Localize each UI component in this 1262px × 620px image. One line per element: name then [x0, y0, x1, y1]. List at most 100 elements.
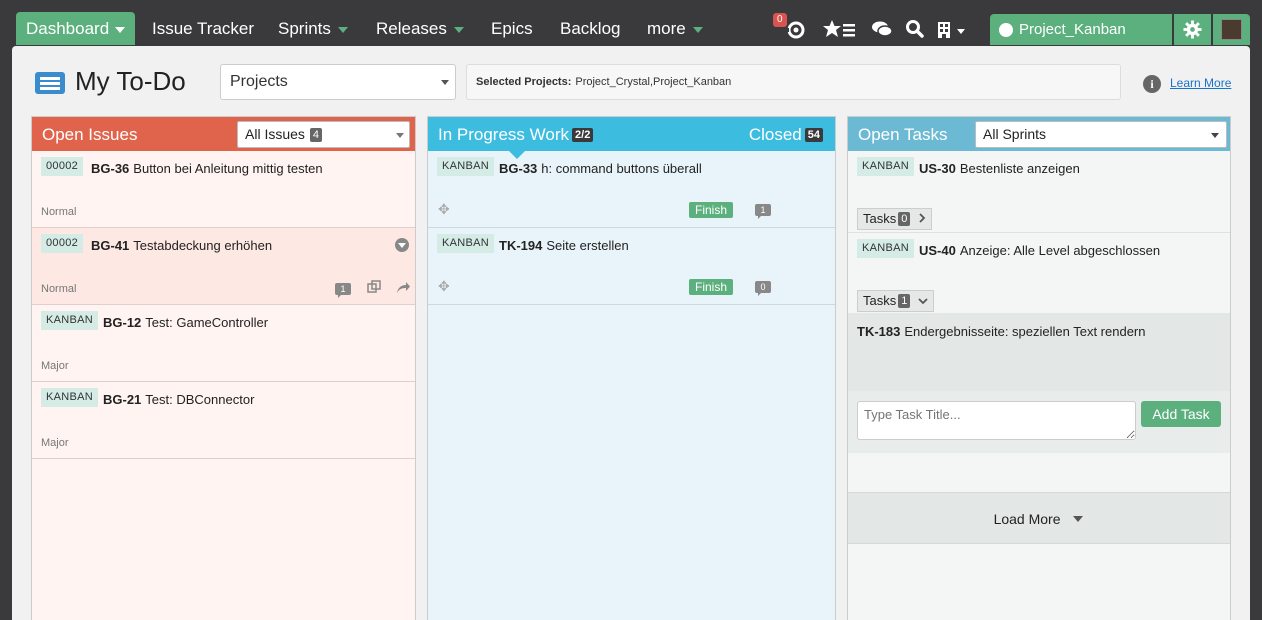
finish-button[interactable]: Finish: [689, 279, 734, 295]
projects-dropdown-label: Projects: [230, 73, 288, 90]
issue-priority: Normal: [41, 206, 77, 218]
issue-key: BG-36: [91, 161, 130, 176]
tasks-toggle[interactable]: Tasks 0: [857, 208, 932, 230]
nav-issue-tracker[interactable]: Issue Tracker: [152, 12, 254, 45]
search-icon[interactable]: [904, 18, 926, 40]
tasks-toggle-label: Tasks: [863, 211, 897, 226]
closed-label: Closed: [748, 125, 802, 144]
issue-priority: Major: [41, 360, 69, 372]
work-title[interactable]: BG-33 h: command buttons überall: [499, 161, 702, 176]
work-summary: Seite erstellen: [546, 238, 629, 253]
top-navigation: Dashboard Issue Tracker Sprints Releases…: [0, 0, 1262, 46]
story-card[interactable]: KANBAN US-30 Bestenliste anzeigen Tasks 0: [848, 151, 1230, 233]
task-key: TK-183: [857, 324, 901, 339]
task-title[interactable]: TK-183 Endergebnisseite: speziellen Text …: [857, 324, 1146, 339]
work-card[interactable]: KANBAN BG-33 h: command buttons überall ✥…: [428, 151, 835, 228]
issue-summary: Testabdeckung erhöhen: [133, 238, 273, 253]
drag-move-icon[interactable]: ✥: [438, 202, 452, 216]
project-selector[interactable]: Project_Kanban: [990, 14, 1172, 45]
info-icon[interactable]: i: [1143, 75, 1161, 93]
work-tag: KANBAN: [437, 157, 495, 176]
issue-title[interactable]: BG-12 Test: GameController: [103, 315, 268, 330]
tasks-toggle[interactable]: Tasks 1: [857, 290, 934, 312]
issue-card[interactable]: 00002 BG-41 Testabdeckung erhöhen Normal …: [32, 228, 415, 305]
nav-releases[interactable]: Releases: [376, 12, 464, 45]
story-summary: Bestenliste anzeigen: [959, 161, 1080, 176]
favorites-list-icon[interactable]: [823, 18, 857, 40]
activity-icon[interactable]: [785, 18, 807, 40]
share-icon[interactable]: [395, 280, 411, 294]
task-item[interactable]: TK-183 Endergebnisseite: speziellen Text …: [848, 313, 1230, 391]
comment-icon[interactable]: 0: [755, 281, 771, 296]
work-tag: KANBAN: [437, 234, 495, 253]
closed-tab[interactable]: Closed 54: [749, 125, 823, 145]
closed-count: 54: [804, 128, 823, 142]
sprint-filter-dropdown[interactable]: All Sprints: [975, 121, 1227, 148]
chevron-down-icon: [692, 26, 703, 33]
finish-button[interactable]: Finish: [689, 202, 734, 218]
issue-tag: KANBAN: [41, 388, 99, 407]
nav-dashboard[interactable]: Dashboard: [16, 12, 136, 45]
nav-more[interactable]: more: [647, 12, 703, 45]
issue-key: BG-12: [103, 315, 142, 330]
nav-dashboard-label: Dashboard: [26, 19, 110, 38]
learn-more-link[interactable]: Learn More: [1170, 76, 1231, 90]
projects-dropdown[interactable]: Projects: [220, 64, 456, 100]
chat-icon[interactable]: [871, 18, 893, 40]
issue-card[interactable]: 00002 BG-36 Button bei Anleitung mittig t…: [32, 151, 415, 228]
comment-icon[interactable]: 1: [755, 204, 771, 219]
in-progress-header: In Progress Work 2/2 Closed 54: [428, 117, 835, 159]
building-icon[interactable]: [937, 18, 969, 40]
tasks-count: 1: [898, 294, 911, 308]
issue-summary: Button bei Anleitung mittig testen: [133, 161, 323, 176]
chevron-down-icon: [396, 133, 404, 138]
story-title[interactable]: US-40 Anzeige: Alle Level abgeschlossen: [919, 243, 1160, 258]
issue-card[interactable]: KANBAN BG-12 Test: GameController Major: [32, 305, 415, 382]
issues-filter-label: All Issues: [245, 126, 305, 142]
open-tasks-column: Open Tasks All Sprints KANBAN US-30 Beste…: [847, 116, 1231, 620]
gear-icon: [1183, 20, 1202, 39]
chevron-down-icon: [453, 26, 464, 33]
story-card[interactable]: KANBAN US-40 Anzeige: Alle Level abgeschl…: [848, 233, 1230, 313]
work-title[interactable]: TK-194 Seite erstellen: [499, 238, 629, 253]
work-key: TK-194: [499, 238, 543, 253]
nav-epics[interactable]: Epics: [491, 12, 533, 45]
open-tasks-title: Open Tasks: [858, 125, 948, 144]
story-summary: Anzeige: Alle Level abgeschlossen: [959, 243, 1161, 258]
issues-filter-count: 4: [309, 128, 323, 142]
issue-tag: 00002: [41, 234, 84, 253]
settings-button[interactable]: [1174, 14, 1211, 45]
issue-priority: Major: [41, 437, 69, 449]
nav-sprints[interactable]: Sprints: [278, 12, 348, 45]
work-card[interactable]: KANBAN TK-194 Seite erstellen ✥ Finish 0: [428, 228, 835, 305]
chevron-down-icon: [1211, 133, 1219, 138]
task-title-input[interactable]: [857, 401, 1136, 440]
in-progress-count: 2/2: [572, 128, 594, 142]
issue-key: BG-41: [91, 238, 130, 253]
selected-projects-value: Project_Crystal,Project_Kanban: [575, 76, 732, 88]
user-menu[interactable]: [1213, 14, 1250, 45]
issue-summary: Test: DBConnector: [145, 392, 255, 407]
nav-backlog[interactable]: Backlog: [560, 12, 620, 45]
story-title[interactable]: US-30 Bestenliste anzeigen: [919, 161, 1080, 176]
issue-title[interactable]: BG-21 Test: DBConnector: [103, 392, 254, 407]
chevron-right-icon: [919, 213, 926, 223]
copy-icon[interactable]: [366, 280, 382, 294]
issue-card[interactable]: KANBAN BG-21 Test: DBConnector Major: [32, 382, 415, 459]
issue-title[interactable]: BG-41 Testabdeckung erhöhen: [91, 238, 272, 253]
tasks-count: 0: [898, 212, 911, 226]
nav-releases-label: Releases: [376, 19, 447, 38]
in-progress-title[interactable]: In Progress Work 2/2: [438, 125, 594, 145]
nav-more-label: more: [647, 19, 686, 38]
add-task-button[interactable]: Add Task: [1141, 401, 1221, 427]
issue-tag: KANBAN: [41, 311, 99, 330]
comment-icon[interactable]: 1: [335, 283, 351, 298]
issue-title[interactable]: BG-36 Button bei Anleitung mittig testen: [91, 161, 323, 176]
issues-filter-dropdown[interactable]: All Issues 4: [237, 121, 410, 148]
task-summary: Endergebnisseite: speziellen Text render…: [904, 324, 1146, 339]
story-tag: KANBAN: [857, 239, 915, 258]
drag-move-icon[interactable]: ✥: [438, 279, 452, 293]
expand-circle-icon[interactable]: [395, 238, 409, 252]
load-more-button[interactable]: Load More: [848, 492, 1230, 544]
chevron-down-icon: [1073, 516, 1084, 522]
